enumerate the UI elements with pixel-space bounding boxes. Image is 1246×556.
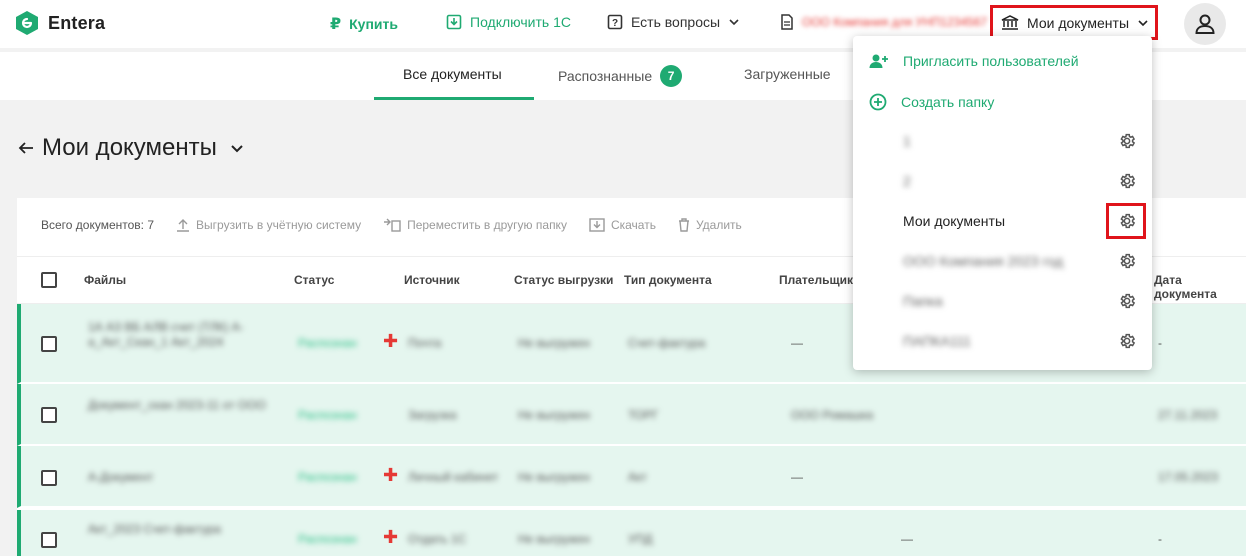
question-icon: ?: [607, 14, 623, 30]
column-payer[interactable]: Плательщик: [779, 273, 853, 287]
row-source: Загрузка: [408, 408, 457, 422]
upload-icon: [177, 219, 190, 232]
buy-button[interactable]: ₽ Купить: [330, 14, 398, 34]
column-document-date[interactable]: Дата документа: [1154, 273, 1246, 301]
column-source[interactable]: Источник: [404, 273, 460, 287]
select-all-checkbox[interactable]: [41, 272, 57, 288]
table-row[interactable]: Документ_скан 2023-11 от ООО Распознан З…: [17, 384, 1246, 446]
source-plus-icon: ✚: [383, 331, 399, 351]
user-icon: [1195, 14, 1215, 34]
recognized-count-badge: 7: [660, 65, 683, 87]
row-export-status: Не выгружен: [518, 336, 591, 350]
folder-item[interactable]: 1: [903, 133, 911, 149]
my-documents-dropdown: Пригласить пользователей Создать папку 1…: [853, 36, 1152, 370]
row-document-type: Акт: [628, 470, 647, 484]
column-files[interactable]: Файлы: [84, 273, 126, 287]
svg-text:?: ?: [612, 18, 618, 29]
row-document-date: 17.05.2023: [1158, 470, 1219, 484]
connect-1c-button[interactable]: Подключить 1С: [446, 14, 571, 30]
row-payer: ООО Ромашка: [791, 408, 874, 422]
gear-icon[interactable]: [1118, 252, 1136, 270]
row-file-name[interactable]: А-Документ: [88, 470, 153, 484]
export-button[interactable]: Выгрузить в учётную систему: [176, 218, 361, 232]
move-button[interactable]: Переместить в другую папку: [383, 218, 567, 232]
row-payer: —: [901, 532, 913, 546]
column-document-type[interactable]: Тип документа: [624, 273, 712, 287]
documents-toolbar: Всего документов: 7 Выгрузить в учётную …: [41, 218, 742, 232]
column-export-status[interactable]: Статус выгрузки: [514, 273, 613, 287]
entera-logo-icon: [16, 11, 38, 35]
my-documents-button[interactable]: Мои документы: [990, 5, 1158, 40]
table-row[interactable]: Акт_2023 Счет-фактура Распознан ✚ Отдать…: [17, 510, 1246, 556]
add-user-icon: [869, 54, 888, 68]
download-button[interactable]: Скачать: [589, 218, 656, 232]
gear-icon[interactable]: [1118, 332, 1136, 350]
folder-item[interactable]: 2: [903, 173, 911, 189]
download-icon: [589, 218, 605, 232]
folder-item-my-documents[interactable]: Мои документы: [903, 213, 1005, 229]
document-icon: [781, 14, 793, 30]
row-source: Личный кабинет: [408, 470, 499, 484]
gear-icon[interactable]: [1118, 292, 1136, 310]
logo[interactable]: Entera: [16, 11, 105, 35]
trash-icon: [678, 218, 689, 232]
active-tab-indicator: [374, 97, 534, 100]
folder-item[interactable]: ПАПКА111: [903, 333, 971, 349]
delete-button[interactable]: Удалить: [678, 218, 742, 232]
chevron-down-icon: [1138, 19, 1148, 26]
row-payer: —: [791, 336, 803, 350]
logo-text: Entera: [48, 12, 106, 33]
folder-item[interactable]: Папка: [903, 293, 943, 309]
organization-selector[interactable]: ООО Компания для УНП1234567: [780, 14, 987, 30]
bank-icon: [1001, 14, 1019, 30]
ruble-icon: ₽: [330, 16, 342, 33]
row-payer: —: [791, 470, 803, 484]
row-export-status: Не выгружен: [518, 470, 591, 484]
row-export-status: Не выгружен: [518, 532, 591, 546]
user-avatar[interactable]: [1184, 3, 1226, 45]
tab-recognized[interactable]: Распознанные 7: [558, 65, 683, 87]
row-checkbox[interactable]: [41, 407, 57, 423]
tab-uploaded[interactable]: Загруженные: [744, 66, 831, 82]
folder-item[interactable]: ООО Компания 2023 год: [903, 253, 1063, 269]
row-document-type: УПД: [628, 532, 653, 546]
row-status: Распознан: [298, 336, 357, 350]
total-documents: Всего документов: 7: [41, 218, 155, 232]
row-document-type: Счет-фактура: [628, 336, 706, 350]
page-title: Мои документы: [18, 134, 245, 162]
source-plus-icon: ✚: [383, 527, 399, 547]
row-status: Распознан: [298, 532, 357, 546]
row-source: Почта: [408, 336, 442, 350]
row-document-type: ТОРГ: [628, 408, 659, 422]
chevron-down-icon[interactable]: [229, 140, 245, 156]
row-checkbox[interactable]: [41, 336, 57, 352]
download-box-icon: [446, 14, 462, 30]
back-arrow-icon[interactable]: [18, 141, 34, 155]
move-folder-icon: [384, 218, 401, 232]
row-file-name[interactable]: Акт_2023 Счет-фактура: [88, 522, 268, 537]
row-document-date: -: [1158, 336, 1162, 350]
row-file-name[interactable]: Документ_скан 2023-11 от ООО: [88, 398, 268, 413]
questions-menu[interactable]: ? Есть вопросы: [607, 14, 740, 30]
column-status[interactable]: Статус: [294, 273, 334, 287]
row-status: Распознан: [298, 408, 357, 422]
row-source: Отдать 1С: [408, 532, 467, 546]
row-export-status: Не выгружен: [518, 408, 591, 422]
invite-users-item[interactable]: Пригласить пользователей: [869, 53, 1079, 69]
row-document-date: -: [1158, 532, 1162, 546]
tab-all-documents[interactable]: Все документы: [403, 66, 502, 82]
source-plus-icon: ✚: [383, 465, 399, 485]
create-folder-item[interactable]: Создать папку: [869, 93, 994, 111]
row-status: Распознан: [298, 470, 357, 484]
gear-icon[interactable]: [1118, 172, 1136, 190]
row-checkbox[interactable]: [41, 470, 57, 486]
chevron-down-icon: [729, 19, 739, 26]
gear-highlight-frame: [1106, 203, 1146, 239]
row-document-date: 27.11.2023: [1158, 408, 1218, 422]
plus-circle-icon: [869, 93, 887, 111]
row-file-name[interactable]: 1А АЗ ВБ АЛВ счет (ТЛК) А-а_Акт_Скан_1 А…: [88, 320, 283, 350]
row-checkbox[interactable]: [41, 532, 57, 548]
gear-icon[interactable]: [1118, 132, 1136, 150]
table-row[interactable]: А-Документ Распознан ✚ Личный кабинет Не…: [17, 446, 1246, 508]
